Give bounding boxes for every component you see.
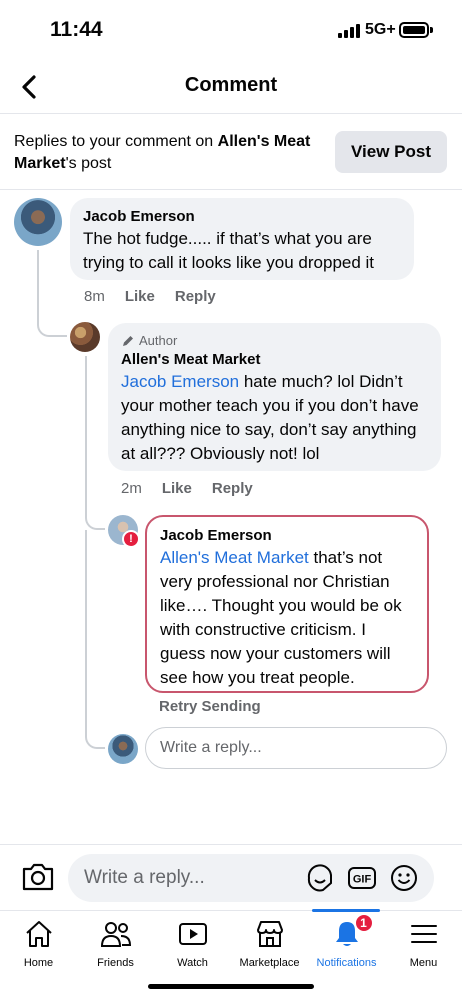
bell-icon: 1 <box>330 913 374 949</box>
comment-text: Allen's Meat Market that’s not very prof… <box>160 548 402 687</box>
comment-author[interactable]: Jacob Emerson <box>83 207 401 227</box>
avatar[interactable] <box>70 322 100 352</box>
friends-icon <box>99 919 133 949</box>
sticker-icon <box>307 864 332 892</box>
sticker-button[interactable] <box>304 862 336 894</box>
tab-watch[interactable]: Watch <box>154 911 231 975</box>
tab-notifications[interactable]: 1 Notifications <box>308 911 385 975</box>
retry-sending-button[interactable]: Retry Sending <box>159 698 261 715</box>
comment-bubble: Jacob Emerson The hot fudge..... if that… <box>70 198 414 280</box>
comment-author[interactable]: Allen's Meat Market <box>121 350 428 370</box>
gif-icon: GIF <box>348 867 376 889</box>
emoji-icon <box>391 865 417 891</box>
comment-text: Jacob Emerson hate much? lol Didn’t your… <box>121 372 419 463</box>
camera-button[interactable] <box>20 861 56 893</box>
reply-button[interactable]: Reply <box>212 480 253 497</box>
home-icon <box>22 919 56 949</box>
tab-menu[interactable]: Menu <box>385 911 462 975</box>
context-bar: Replies to your comment on Allen's Meat … <box>0 114 462 190</box>
home-indicator <box>148 984 314 989</box>
marketplace-icon <box>253 919 287 949</box>
thread-connector <box>37 250 67 337</box>
menu-icon <box>407 919 441 949</box>
comment-time: 8m <box>84 288 105 305</box>
comment-author[interactable]: Jacob Emerson <box>160 526 414 546</box>
pencil-icon <box>123 336 133 346</box>
composer-input[interactable]: Write a reply... GIF <box>68 854 434 902</box>
author-tag: Author <box>121 332 428 350</box>
thread-connector <box>85 356 105 530</box>
watch-icon <box>176 919 210 949</box>
context-text: Replies to your comment on Allen's Meat … <box>14 133 311 172</box>
like-button[interactable]: Like <box>162 480 192 497</box>
comment-time: 2m <box>121 480 142 497</box>
emoji-button[interactable] <box>388 862 420 894</box>
tab-friends[interactable]: Friends <box>77 911 154 975</box>
page-title: Comment <box>184 74 278 96</box>
failed-comment-bubble: Jacob Emerson Allen's Meat Market that’s… <box>145 515 429 693</box>
gif-button[interactable]: GIF <box>346 862 378 894</box>
comment-actions: 2m Like Reply <box>121 480 253 497</box>
mention-link[interactable]: Allen's Meat Market <box>160 548 309 567</box>
status-time: 11:44 <box>50 18 103 41</box>
like-button[interactable]: Like <box>125 288 155 305</box>
thread-connector <box>85 530 105 749</box>
status-bar: 11:44 5G+ <box>0 0 462 62</box>
avatar <box>108 734 138 764</box>
inline-reply-input[interactable]: Write a reply... <box>145 727 447 769</box>
comment-bubble: Author Allen's Meat Market Jacob Emerson… <box>108 323 441 471</box>
error-badge: ! <box>122 530 140 548</box>
comment-text: The hot fudge..... if that’s what you ar… <box>83 229 375 272</box>
comment-actions: 8m Like Reply <box>84 288 216 305</box>
signal-icon <box>338 24 360 38</box>
composer: Write a reply... GIF <box>0 844 462 910</box>
battery-icon <box>399 22 429 38</box>
reply-button[interactable]: Reply <box>175 288 216 305</box>
view-post-button[interactable]: View Post <box>335 131 447 173</box>
camera-icon <box>22 863 54 891</box>
nav-header: Comment <box>0 62 462 114</box>
mention-link[interactable]: Jacob Emerson <box>121 372 239 391</box>
notification-count-badge: 1 <box>353 913 374 933</box>
tab-marketplace[interactable]: Marketplace <box>231 911 308 975</box>
avatar[interactable] <box>14 198 62 246</box>
tab-home[interactable]: Home <box>0 911 77 975</box>
svg-text:GIF: GIF <box>353 874 372 886</box>
network-label: 5G+ <box>365 21 396 38</box>
